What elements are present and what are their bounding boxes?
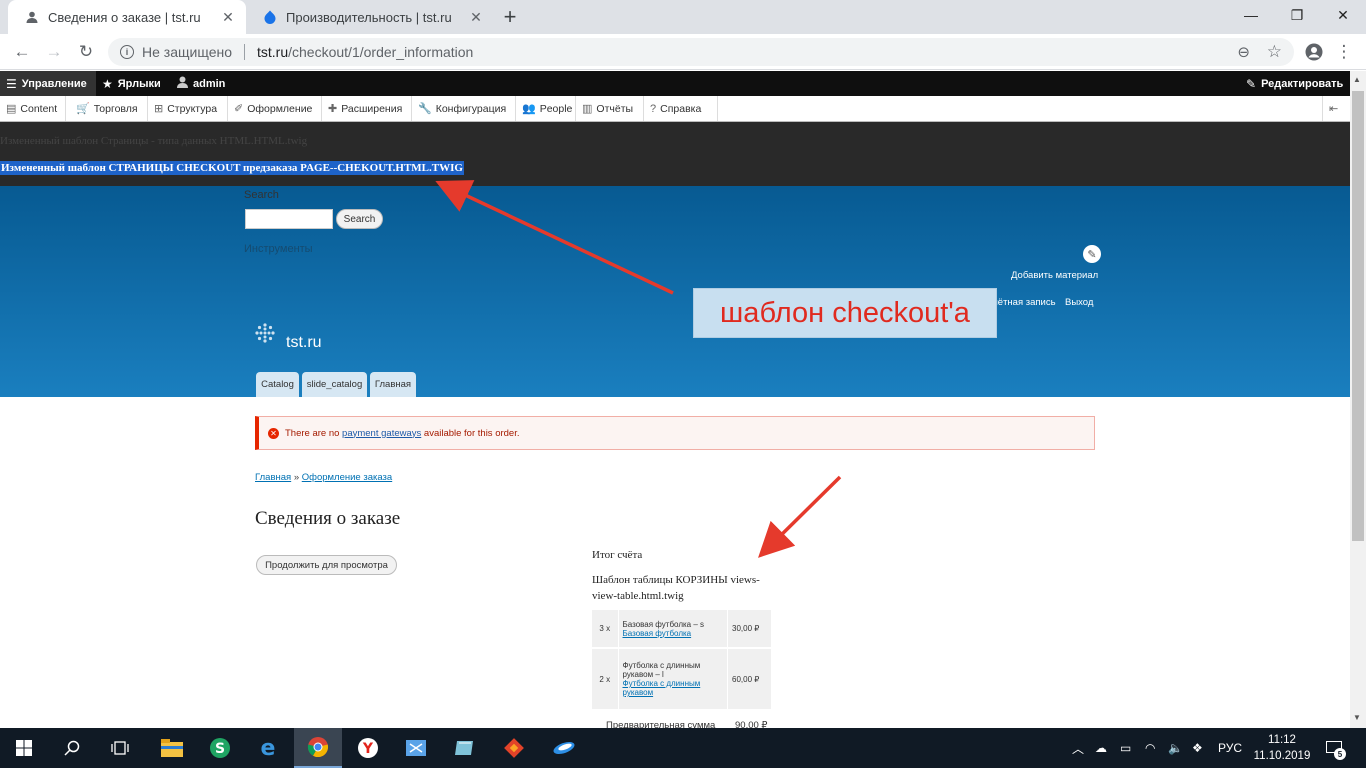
scrollbar-thumb[interactable] (1352, 91, 1364, 541)
continue-to-review-button[interactable]: Продолжить для просмотра (256, 555, 397, 575)
skype-icon[interactable]: S (196, 728, 244, 768)
clock[interactable]: 11:12 11.10.2019 (1253, 732, 1311, 764)
tray-chevron-icon[interactable]: ︿ (1072, 728, 1084, 768)
item-qty: 3 x (592, 610, 619, 649)
start-windows-icon[interactable] (0, 728, 48, 768)
item-name: Базовая футболка – s (622, 619, 705, 629)
item-name: Футболка с длинным рукавом – l (622, 661, 701, 679)
clock-time: 11:12 (1268, 734, 1296, 746)
file-explorer-icon[interactable] (148, 728, 196, 768)
clock-date: 11.10.2019 (1253, 750, 1311, 762)
task-view-icon[interactable] (96, 728, 144, 768)
breadcrumb-separator: » (293, 472, 300, 483)
edge-icon[interactable]: e (244, 728, 292, 768)
order-items-table: 3 x Базовая футболка – s Базовая футболк… (592, 610, 772, 711)
error-text-before: There are no (285, 427, 343, 439)
breadcrumb-checkout[interactable]: Оформление заказа (302, 472, 392, 483)
svg-text:Y: Y (362, 741, 374, 757)
payment-gateways-link[interactable]: payment gateways (342, 428, 421, 439)
error-icon: ✕ (268, 427, 279, 439)
page-scrollbar[interactable]: ▲ ▼ (1350, 71, 1366, 728)
item-price: 60,00 ₽ (727, 648, 772, 711)
app-swoosh-icon[interactable] (540, 728, 588, 768)
item-price: 30,00 ₽ (727, 610, 772, 649)
error-message: ✕ There are no payment gateways availabl… (255, 416, 1095, 450)
svg-text:e: e (261, 737, 276, 759)
order-summary-heading: Итог счёта (592, 549, 643, 561)
arrow-to-checkout-template (435, 180, 674, 295)
item-qty: 2 x (592, 648, 619, 711)
dropbox-icon[interactable]: ❖ (1192, 728, 1203, 768)
notification-count: 5 (1334, 748, 1346, 760)
page-title: Сведения о заказе (255, 508, 401, 529)
item-cell: Футболка с длинным рукавом – l Футболка … (618, 648, 728, 711)
onedrive-icon[interactable]: ☁ (1095, 728, 1107, 768)
wifi-icon[interactable]: ◠ (1145, 728, 1155, 768)
item-cell: Базовая футболка – s Базовая футболка (618, 610, 728, 649)
battery-icon[interactable]: ▭ (1120, 728, 1131, 768)
cart-template-marker: Шаблон таблицы КОРЗИНЫ views-view-table.… (592, 574, 760, 602)
app-tile-icon[interactable] (440, 728, 488, 768)
windows-taskbar: S e Y ︿ ☁ ▭ ◠ 🔈 ❖ РУС 11:12 11.10.2019 5 (0, 728, 1366, 768)
error-text: There are no payment gateways available … (285, 428, 520, 439)
chrome-icon[interactable] (294, 728, 342, 768)
item-link[interactable]: Футболка с длинным рукавом (623, 679, 701, 697)
breadcrumb-home[interactable]: Главная (255, 472, 291, 483)
table-row: 2 x Футболка с длинным рукавом – l Футбо… (592, 648, 772, 711)
yandex-browser-icon[interactable]: Y (344, 728, 392, 768)
snipping-tool-icon[interactable] (392, 728, 440, 768)
table-row: 3 x Базовая футболка – s Базовая футболк… (592, 610, 772, 649)
arrow-to-cart-template (758, 475, 842, 558)
language-indicator[interactable]: РУС (1218, 728, 1242, 768)
item-link[interactable]: Базовая футболка (623, 629, 692, 638)
search-icon[interactable] (48, 728, 96, 768)
scroll-up-icon[interactable]: ▲ (1353, 75, 1361, 84)
volume-icon[interactable]: 🔈 (1168, 728, 1183, 768)
scroll-down-icon[interactable]: ▼ (1353, 713, 1361, 722)
svg-text:S: S (215, 741, 225, 757)
breadcrumb: Главная » Оформление заказа (255, 472, 392, 483)
error-text-after: available for this order. (421, 427, 520, 439)
notifications-icon[interactable]: 5 (1324, 738, 1346, 760)
git-icon[interactable] (490, 728, 538, 768)
